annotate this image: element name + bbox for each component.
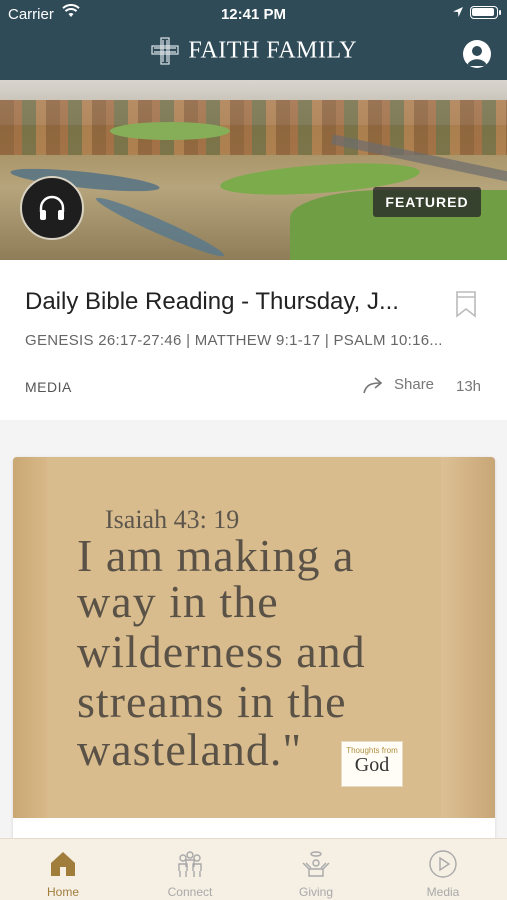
image-creek <box>93 192 227 260</box>
share-icon <box>363 377 383 394</box>
giving-hands-icon <box>302 851 330 877</box>
battery-tip <box>499 10 501 15</box>
post-age: 13h <box>456 378 482 395</box>
share-label: Share <box>394 375 435 393</box>
featured-image[interactable]: FEATURED <box>0 80 507 260</box>
image-trees <box>0 100 507 155</box>
thoughts-from-god-logo: Thoughts from God <box>341 741 403 787</box>
verse-line: wilderness and <box>77 626 366 677</box>
battery-icon <box>470 6 498 19</box>
featured-card[interactable]: Daily Bible Reading - Thursday, J... GEN… <box>0 260 507 420</box>
featured-category: MEDIA <box>25 379 72 395</box>
app-header: Carrier 12:41 PM FAITH FAMILY <box>0 0 507 80</box>
tab-bar: Home Connect Giving Media <box>0 838 507 900</box>
tab-media[interactable]: Media <box>380 839 506 900</box>
tab-label: Giving <box>298 885 333 899</box>
verse-line: streams in the <box>77 676 347 727</box>
featured-title[interactable]: Daily Bible Reading - Thursday, J... <box>25 288 425 316</box>
tab-label: Media <box>426 885 460 899</box>
tab-giving[interactable]: Giving <box>253 839 379 900</box>
verse-line: way in the <box>77 576 279 627</box>
verse-line: wasteland." <box>77 724 303 775</box>
profile-icon[interactable] <box>463 40 491 68</box>
tab-home[interactable]: Home <box>0 839 126 900</box>
status-bar: Carrier 12:41 PM <box>0 0 507 28</box>
image-sand-right <box>441 457 495 818</box>
headphones-button[interactable] <box>20 176 84 240</box>
share-button[interactable]: Share <box>362 375 434 395</box>
tab-connect[interactable]: Connect <box>127 839 253 900</box>
cross-logo-icon <box>151 37 179 65</box>
logo-text: God <box>354 754 390 776</box>
play-circle-icon <box>429 850 457 878</box>
post-image[interactable]: Isaiah 43: 19 I am making a way in the w… <box>13 457 495 818</box>
home-icon <box>51 852 75 876</box>
featured-badge: FEATURED <box>373 187 481 217</box>
clock: 12:41 PM <box>220 6 287 23</box>
headphones-icon <box>39 195 65 220</box>
brand: FAITH FAMILY <box>0 36 507 66</box>
bookmark-icon[interactable] <box>455 290 477 323</box>
featured-subtitle: GENESIS 26:17-27:46 | MATTHEW 9:1-17 | P… <box>25 332 443 349</box>
location-icon <box>452 5 464 22</box>
image-green <box>110 122 230 140</box>
tab-label: Home <box>46 885 79 899</box>
tab-label: Connect <box>167 885 213 899</box>
post-card[interactable]: Isaiah 43: 19 I am making a way in the w… <box>13 457 495 877</box>
brand-name: FAITH FAMILY <box>188 37 358 64</box>
image-sand-left <box>13 457 47 818</box>
people-icon <box>178 851 202 877</box>
